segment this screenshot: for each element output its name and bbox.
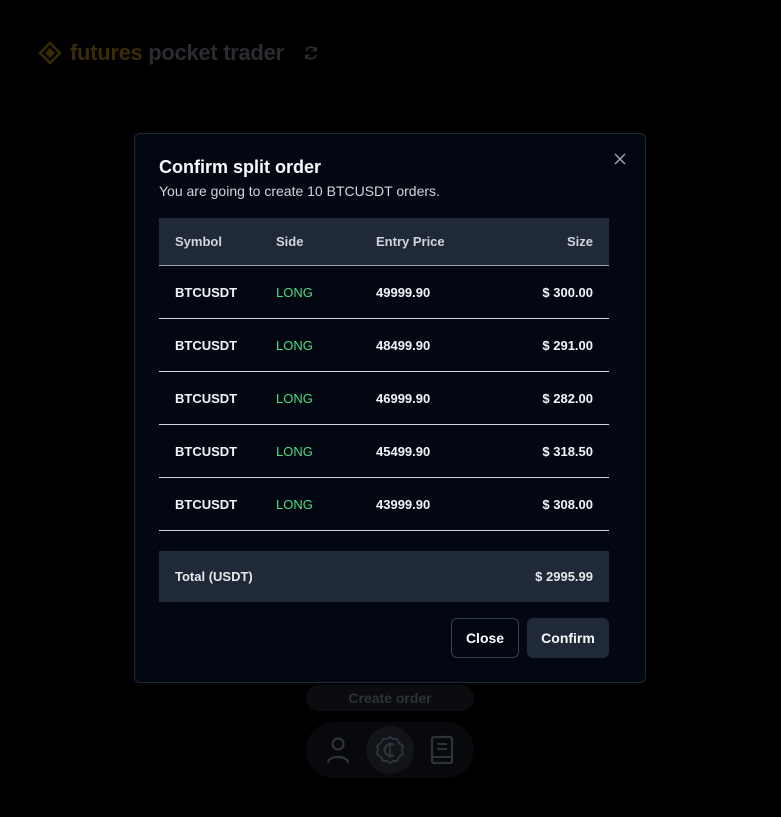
cell-symbol: BTCUSDT [175,390,238,406]
cell-side: LONG [276,443,313,459]
cell-side: LONG [276,390,313,406]
cell-symbol: BTCUSDT [175,496,238,512]
user-icon [326,737,350,764]
cell-symbol: BTCUSDT [175,284,238,300]
header-symbol: Symbol [175,234,222,249]
table-header: Symbol Side Entry Price Size [159,218,609,266]
orders-table[interactable]: Symbol Side Entry Price Size BTCUSDT LON… [159,218,609,548]
cell-entry-price: 45499.90 [376,443,431,459]
total-value: $ 2995.99 [535,569,593,584]
cell-entry-price: 43999.90 [376,496,431,512]
confirm-split-order-dialog: Confirm split order You are going to cre… [134,133,646,683]
bottom-nav [306,722,474,778]
cell-side: LONG [276,496,313,512]
header-size: Size [566,234,593,249]
cell-size: $ 318.50 [542,443,593,459]
refresh-icon[interactable] [302,44,320,62]
cell-entry-price: 48499.90 [376,337,431,353]
coin-icon [375,735,405,765]
cell-size: $ 308.00 [542,496,593,512]
nav-trade-button[interactable] [366,726,414,774]
app-header: futures pocket trader [38,38,320,68]
cell-size: $ 300.00 [542,284,593,300]
total-label: Total (USDT) [175,569,253,584]
app-title: futures pocket trader [70,40,284,65]
cell-size: $ 291.00 [542,337,593,353]
create-order-button[interactable]: Create order [306,685,474,711]
close-icon[interactable] [611,150,629,168]
cell-side: LONG [276,284,313,300]
table-row: BTCUSDT LONG 49999.90 $ 300.00 [159,266,609,319]
total-row: Total (USDT) $ 2995.99 [159,551,609,602]
cell-symbol: BTCUSDT [175,337,238,353]
table-row: BTCUSDT LONG 46999.90 $ 282.00 [159,372,609,425]
table-row: BTCUSDT LONG 45499.90 $ 318.50 [159,425,609,478]
cell-entry-price: 49999.90 [376,284,431,300]
cell-side: LONG [276,337,313,353]
cell-size: $ 282.00 [542,390,593,406]
table-row: BTCUSDT LONG 48499.90 $ 291.00 [159,319,609,372]
cell-entry-price: 46999.90 [376,390,431,406]
confirm-button[interactable]: Confirm [527,618,609,658]
logo-icon [38,41,62,65]
table-row: BTCUSDT LONG 43999.90 $ 308.00 [159,478,609,531]
header-side: Side [276,234,304,249]
book-icon [430,735,454,765]
nav-journal-button[interactable] [418,726,466,774]
cell-symbol: BTCUSDT [175,443,238,459]
dialog-description: You are going to create 10 BTCUSDT order… [159,183,440,199]
dialog-title: Confirm split order [159,157,322,177]
close-button[interactable]: Close [451,618,519,658]
header-entry-price: Entry Price [376,234,445,249]
nav-account-button[interactable] [314,726,362,774]
